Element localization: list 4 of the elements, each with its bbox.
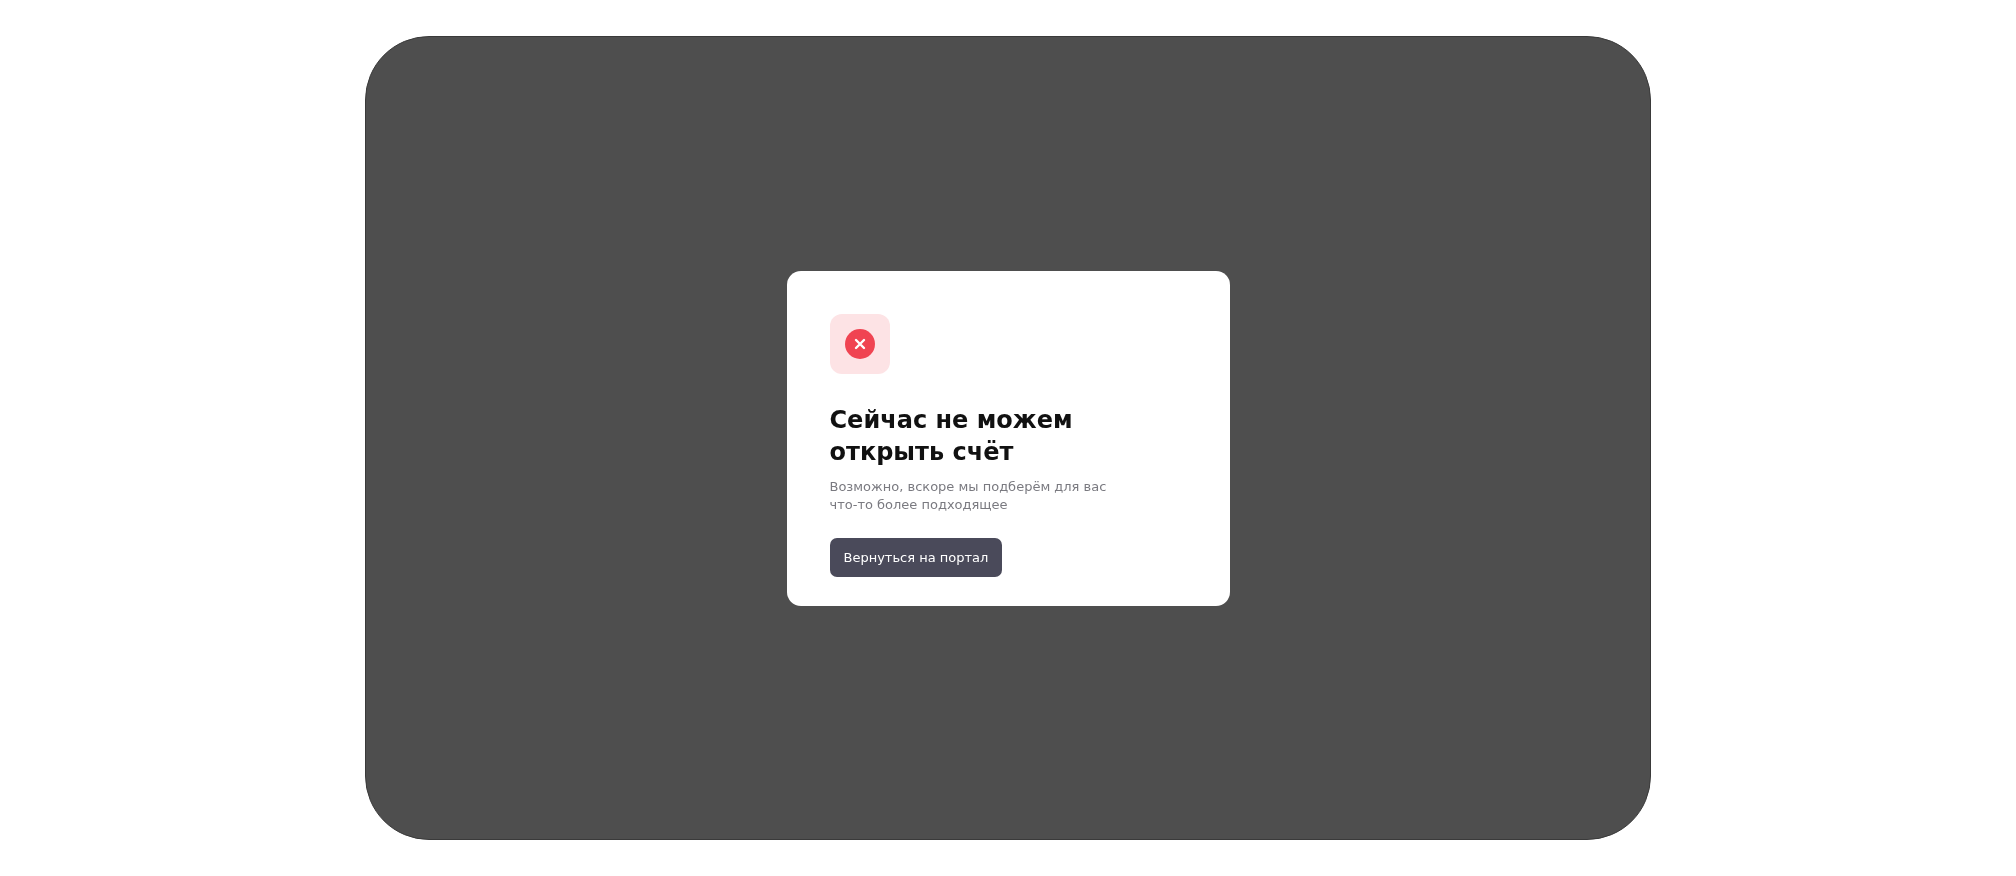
error-icon [844, 328, 875, 359]
dialog-title: Сейчас не можем открыть счёт [829, 404, 1074, 468]
back-to-portal-button[interactable]: Вернуться на портал [829, 537, 1003, 577]
dialog-message: Возможно, вскоре мы подберём для вас что-то более подходящее [829, 477, 1108, 514]
